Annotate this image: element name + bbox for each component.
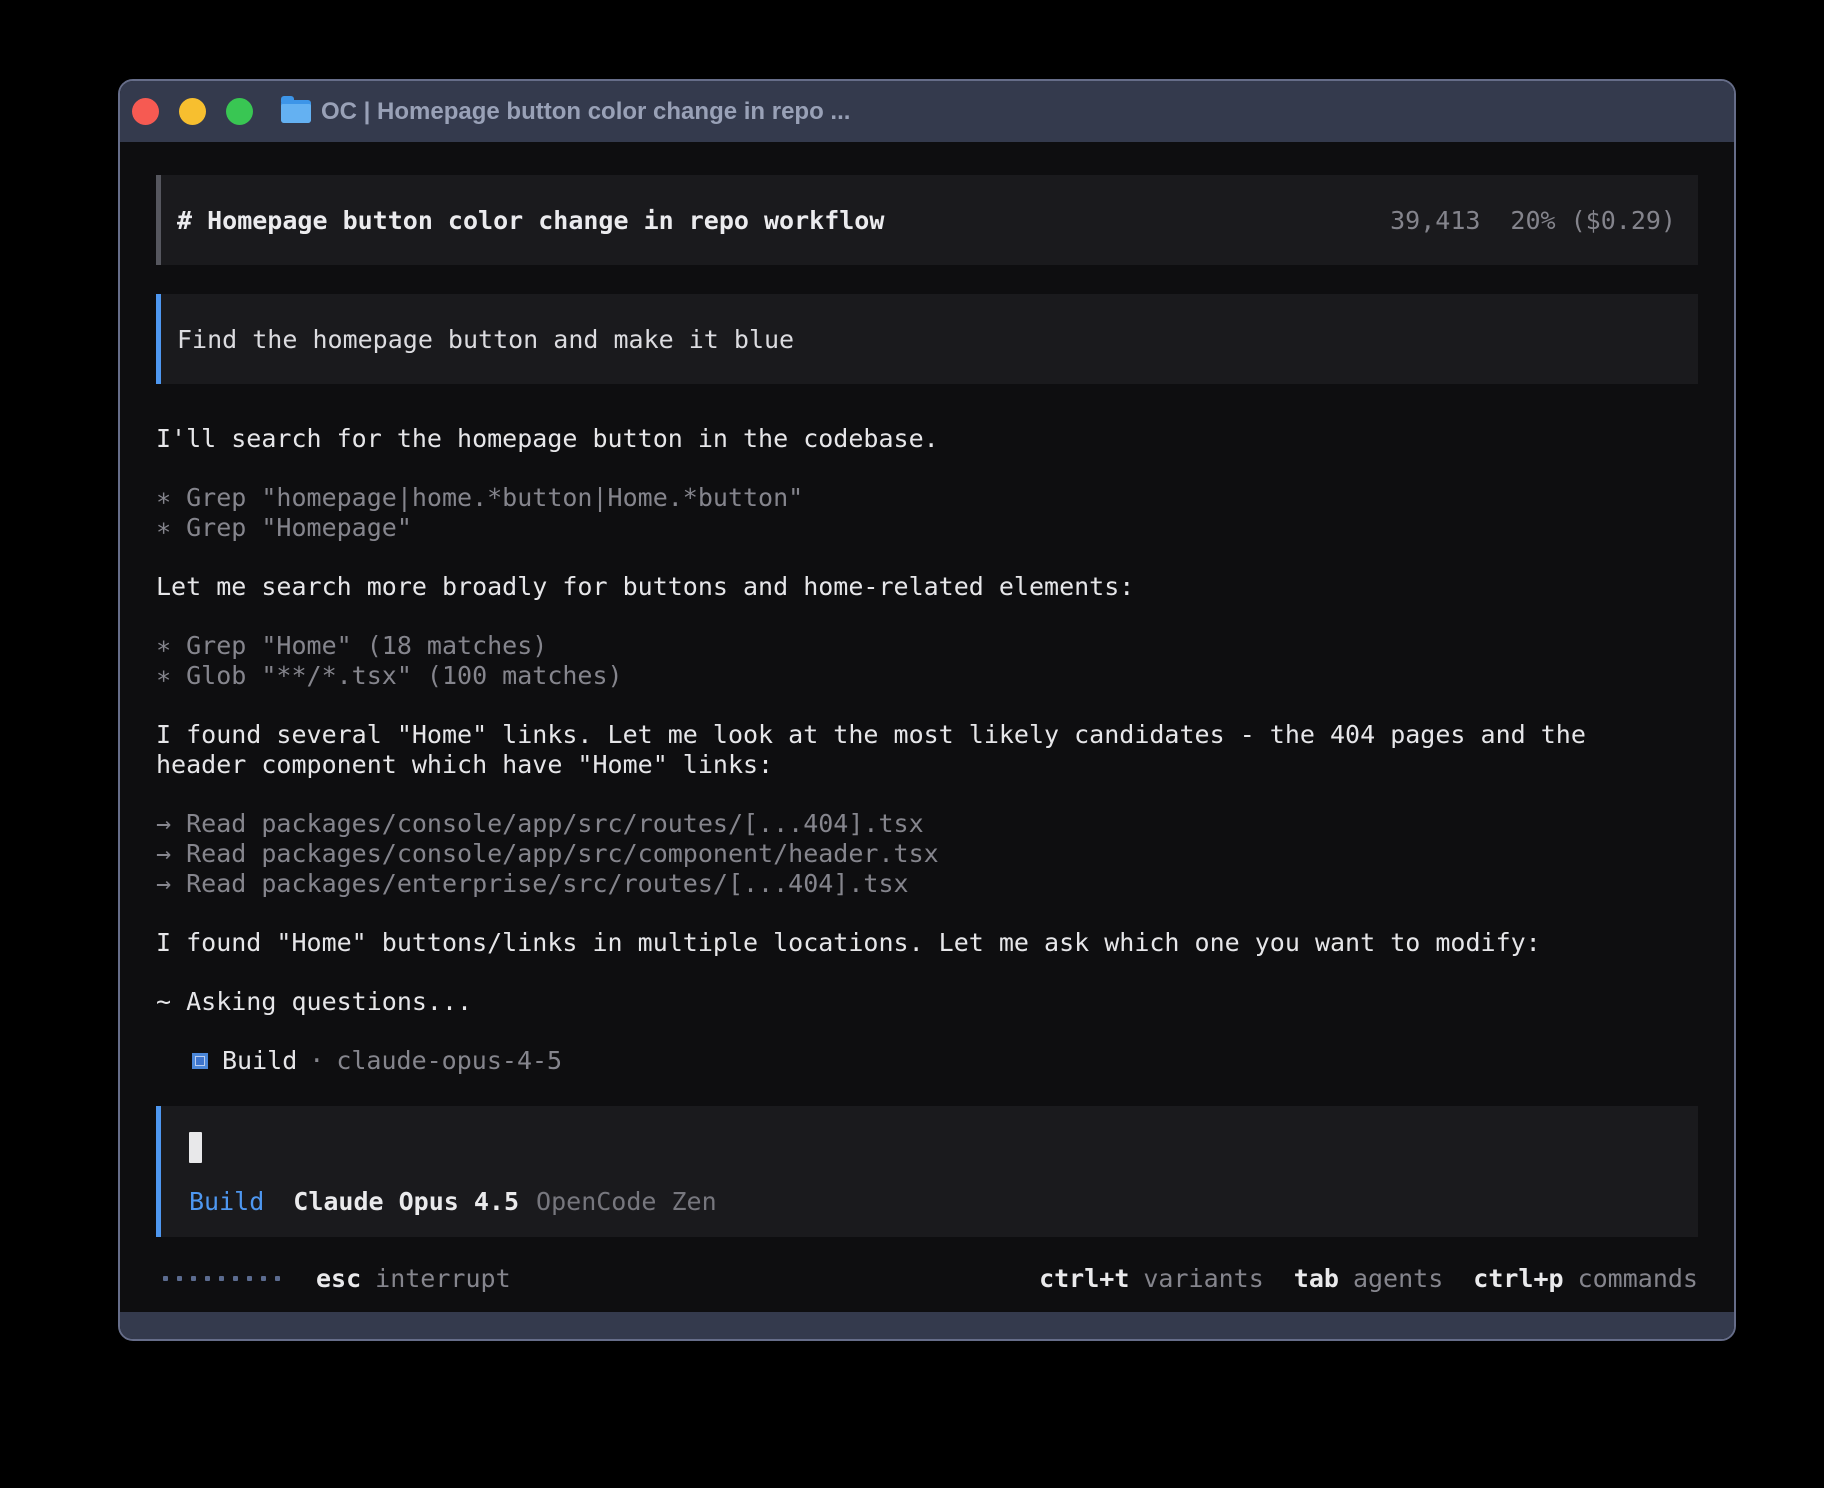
input-provider: OpenCode Zen	[536, 1187, 717, 1216]
hint-esc-interrupt: esc interrupt	[316, 1264, 511, 1293]
agent-build-icon	[192, 1053, 208, 1069]
spinner-dot	[163, 1276, 168, 1281]
prompt-input[interactable]: Build Claude Opus 4.5 OpenCode Zen	[156, 1106, 1698, 1237]
spinner-dot	[261, 1276, 266, 1281]
hint-label: agents	[1353, 1264, 1443, 1293]
hint-label: interrupt	[375, 1264, 510, 1293]
user-message-text: Find the homepage button and make it blu…	[177, 325, 794, 354]
tool-call-group: ∗ Grep "Home" (18 matches) ∗ Glob "**/*.…	[156, 631, 1698, 691]
spinner-dots	[163, 1276, 280, 1281]
window-titlebar[interactable]: OC | Homepage button color change in rep…	[120, 81, 1734, 142]
spinner-dot	[247, 1276, 252, 1281]
folder-icon	[281, 100, 311, 123]
tool-call-read: → Read packages/console/app/src/routes/[…	[156, 809, 1686, 839]
tool-call-read: → Read packages/enterprise/src/routes/[.…	[156, 869, 1686, 899]
spinner-dot	[275, 1276, 280, 1281]
hint-key: ctrl+t	[1039, 1264, 1129, 1293]
text-cursor	[189, 1132, 202, 1163]
token-count: 39,413	[1390, 206, 1480, 235]
user-message: Find the homepage button and make it blu…	[156, 294, 1698, 384]
assistant-text: I'll search for the homepage button in t…	[156, 424, 1686, 454]
agent-badge: Build · claude-opus-4-5	[156, 1046, 1698, 1076]
status-hints-right: ctrl+t variants tab agents ctrl+p commands	[1039, 1264, 1698, 1293]
window-title: OC | Homepage button color change in rep…	[321, 98, 850, 126]
status-bar: esc interrupt ctrl+t variants tab agents ct…	[156, 1263, 1698, 1293]
assistant-transcript: I'll search for the homepage button in t…	[156, 424, 1698, 1076]
assistant-text: I found several "Home" links. Let me loo…	[156, 720, 1686, 780]
session-header: # Homepage button color change in repo w…	[156, 175, 1698, 265]
close-button[interactable]	[132, 98, 159, 125]
hint-tab-agents: tab agents	[1294, 1264, 1443, 1293]
spinner-dot	[191, 1276, 196, 1281]
context-usage-cost: 20% ($0.29)	[1510, 206, 1676, 235]
hint-key: tab	[1294, 1264, 1339, 1293]
spinner-dot	[219, 1276, 224, 1281]
spinner-dot	[233, 1276, 238, 1281]
tool-call-group: → Read packages/console/app/src/routes/[…	[156, 809, 1698, 899]
hint-label: variants	[1143, 1264, 1263, 1293]
hint-key: ctrl+p	[1473, 1264, 1563, 1293]
tool-call-grep: ∗ Grep "Homepage"	[156, 513, 1686, 543]
tool-call-grep: ∗ Grep "Home" (18 matches)	[156, 631, 1686, 661]
input-agent-mode: Build	[189, 1187, 264, 1216]
hint-key: esc	[316, 1264, 361, 1293]
traffic-lights	[132, 98, 253, 125]
titlebar-title-group: OC | Homepage button color change in rep…	[281, 98, 850, 126]
model-status-line: Build Claude Opus 4.5 OpenCode Zen	[189, 1187, 1676, 1216]
agent-name: Build	[222, 1046, 297, 1076]
minimize-button[interactable]	[179, 98, 206, 125]
hint-label: commands	[1578, 1264, 1698, 1293]
hint-ctrl-t-variants: ctrl+t variants	[1039, 1264, 1264, 1293]
agent-model: claude-opus-4-5	[336, 1046, 562, 1076]
assistant-text: I found "Home" buttons/links in multiple…	[156, 928, 1686, 958]
tool-call-group: ∗ Grep "homepage|home.*button|Home.*butt…	[156, 483, 1698, 543]
assistant-text: Let me search more broadly for buttons a…	[156, 572, 1686, 602]
spinner-dot	[177, 1276, 182, 1281]
terminal-window: OC | Homepage button color change in rep…	[118, 79, 1736, 1341]
session-stats: 39,413 20% ($0.29)	[1390, 206, 1676, 235]
zoom-button[interactable]	[226, 98, 253, 125]
terminal-content: # Homepage button color change in repo w…	[120, 142, 1734, 1312]
window-bottom-bar	[120, 1312, 1734, 1339]
hint-ctrl-p-commands: ctrl+p commands	[1473, 1264, 1698, 1293]
spinner-dot	[205, 1276, 210, 1281]
agent-separator: ·	[309, 1046, 324, 1076]
tool-call-read: → Read packages/console/app/src/componen…	[156, 839, 1686, 869]
session-title: # Homepage button color change in repo w…	[177, 206, 884, 235]
tool-call-glob: ∗ Glob "**/*.tsx" (100 matches)	[156, 661, 1686, 691]
input-model-name: Claude Opus 4.5	[293, 1187, 519, 1216]
tool-call-grep: ∗ Grep "homepage|home.*button|Home.*butt…	[156, 483, 1686, 513]
assistant-status-text: ~ Asking questions...	[156, 987, 1686, 1017]
